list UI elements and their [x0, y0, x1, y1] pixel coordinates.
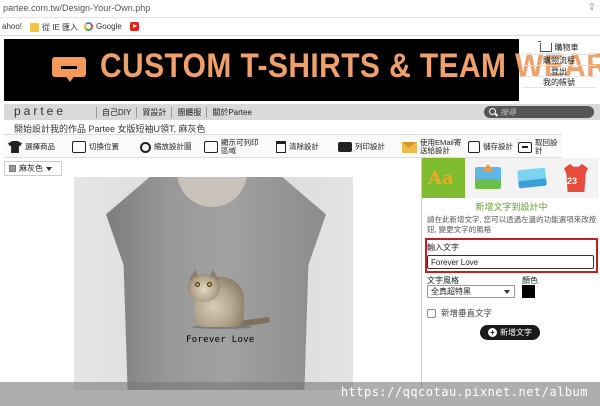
font-style-value: 全真超特黑	[431, 287, 471, 296]
input-text-label: 輸入文字	[427, 243, 459, 252]
panel-tabs: Aa 23	[422, 158, 600, 198]
toolbar-label: 清除設計	[289, 142, 319, 151]
jersey-number: 23	[567, 176, 578, 186]
text-tab-icon: Aa	[428, 168, 454, 189]
font-style-select[interactable]: 全真超特黑	[427, 285, 515, 298]
text-color-picker[interactable]	[522, 285, 535, 298]
show-print-area-button[interactable]: 顯示可列印區域	[204, 137, 274, 157]
text-input-field[interactable]	[427, 255, 594, 269]
color-select-value: 麻灰色	[19, 164, 43, 173]
nav-diy[interactable]: 自己DIY	[96, 107, 136, 118]
magnifier-icon	[140, 141, 151, 153]
google-icon	[84, 22, 93, 31]
nav-links: 自己DIY 買設計 團體服 關於Partee	[96, 107, 257, 118]
watermark-bar: https://qqcotau.pixnet.net/album	[0, 382, 600, 406]
bookmark-ie-import[interactable]: 從 IE 匯入	[30, 22, 78, 33]
toolbar-label: 取回設計	[535, 138, 558, 155]
search-icon[interactable]	[489, 108, 496, 115]
cart-icon	[537, 41, 552, 52]
plus-icon: +	[488, 328, 497, 337]
url-text[interactable]: partee.com.tw/Design-Your-Own.php	[3, 3, 150, 13]
select-product-button[interactable]: 選擇商品	[8, 137, 55, 157]
search-input[interactable]	[500, 106, 590, 118]
gallery-icon	[517, 167, 547, 189]
shirt-outline-icon	[72, 141, 86, 153]
toolbar-label: 儲存設計	[483, 142, 513, 151]
vertical-text-checkbox[interactable]	[427, 308, 436, 318]
shopping-process-link[interactable]: 購物流程	[522, 55, 596, 66]
tab-add-text[interactable]: Aa	[422, 158, 466, 198]
tab-jersey[interactable]: 23	[554, 158, 598, 198]
tab-gallery[interactable]	[510, 158, 554, 198]
color-swatch	[9, 165, 16, 172]
cat-eye	[195, 282, 200, 287]
save-icon	[468, 141, 480, 153]
speech-bubble-logo-icon	[52, 57, 86, 82]
zoom-design-button[interactable]: 縮放設計圖	[140, 137, 192, 157]
add-text-button[interactable]: + 新增文字	[480, 325, 540, 340]
youtube-icon	[130, 22, 139, 31]
toolbar-label: 切換位置	[89, 142, 119, 151]
clear-design-button[interactable]: 清除設計	[276, 137, 319, 157]
banner-image: CUSTOM T-SHIRTS & TEAM WEAR	[4, 39, 600, 101]
chevron-down-icon	[504, 290, 510, 294]
bookmarks-bar: ahoo! 從 IE 匯入 Google	[0, 18, 600, 36]
shirt-color-select[interactable]: 麻灰色	[4, 161, 62, 176]
main-nav: partee 自己DIY 買設計 團體服 關於Partee	[4, 104, 600, 120]
upload-arrow-icon	[482, 164, 494, 172]
toolbar-label: 顯示可列印區域	[221, 138, 259, 155]
print-design-button[interactable]: 列印設計	[338, 137, 385, 157]
my-account-link[interactable]: 我的帳號	[522, 77, 596, 88]
brand-logo[interactable]: partee	[14, 104, 66, 118]
toolbar-label: 選擇商品	[25, 142, 55, 151]
tab-upload-image[interactable]	[466, 158, 510, 198]
vertical-text-option[interactable]: 新增垂直文字	[427, 307, 492, 319]
panel-title: 新增文字到設計中	[475, 202, 548, 212]
folder-icon	[30, 23, 39, 32]
bookmark-google[interactable]: Google	[84, 22, 122, 31]
design-toolbar: 選擇商品 切換位置 縮放設計圖 顯示可列印區域 清除設計 列印設計 使用EMai…	[4, 134, 562, 158]
watermark-text: https://qqcotau.pixnet.net/album	[340, 385, 588, 399]
chevron-down-icon	[46, 166, 52, 171]
design-text[interactable]: Forever Love	[186, 335, 255, 345]
bookmark-label: ahoo!	[2, 22, 23, 31]
cart-label: 購物車	[554, 43, 579, 52]
nav-about[interactable]: 關於Partee	[206, 107, 257, 118]
logout-link[interactable]: 登出	[522, 66, 596, 77]
site-banner: CUSTOM T-SHIRTS & TEAM WEAR 購物車 購物流程 登出 …	[0, 37, 600, 103]
nav-buy-design[interactable]: 買設計	[136, 107, 171, 118]
text-panel: Aa 23 新增文字到設計中 請在此新增文字, 您可以透過左邊的功能選項來改按鈕…	[421, 158, 600, 390]
share-icon[interactable]: ⇪	[588, 2, 596, 13]
cart-link[interactable]: 購物車	[522, 41, 596, 55]
email-design-button[interactable]: 使用EMail寄送給設計	[402, 137, 464, 157]
toolbar-label: 縮放設計圖	[154, 142, 192, 151]
vertical-text-label: 新增垂直文字	[441, 308, 493, 318]
toolbar-label: 使用EMail寄送給設計	[420, 138, 462, 155]
shirt-icon	[8, 141, 22, 153]
retrieve-icon	[518, 141, 532, 153]
bookmark-label: Google	[96, 22, 122, 31]
panel-description: 請在此新增文字, 您可以透過左邊的功能選項來改按鈕, 變更文字的風格	[427, 215, 597, 234]
account-menu: 購物車 購物流程 登出 我的帳號	[522, 41, 596, 88]
cat-eye	[207, 282, 212, 287]
retrieve-design-button[interactable]: 取回設計	[518, 137, 562, 157]
search-box[interactable]	[484, 106, 594, 118]
cat-head	[188, 274, 220, 302]
toolbar-label: 列印設計	[355, 142, 385, 151]
design-canvas[interactable]: Forever Love	[74, 177, 353, 390]
trash-icon	[276, 141, 286, 153]
switch-position-button[interactable]: 切換位置	[72, 137, 119, 157]
add-text-label: 新增文字	[500, 328, 532, 337]
shirt-outline-icon	[204, 141, 218, 153]
printer-icon	[338, 142, 352, 152]
save-design-button[interactable]: 儲存設計	[468, 137, 513, 157]
bookmark-yahoo[interactable]: ahoo!	[2, 22, 22, 31]
bookmark-youtube[interactable]	[130, 22, 139, 31]
browser-url-bar[interactable]: partee.com.tw/Design-Your-Own.php ⇪	[0, 0, 600, 18]
nav-team-wear[interactable]: 團體服	[171, 107, 206, 118]
bookmark-label: 從 IE 匯入	[42, 23, 79, 32]
mail-icon	[402, 141, 417, 153]
